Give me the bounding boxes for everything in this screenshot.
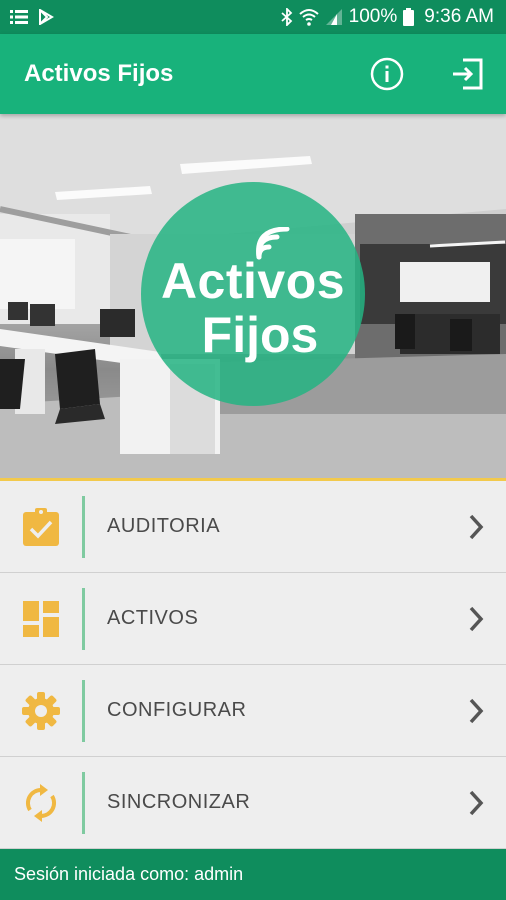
main-menu: AUDITORIA ACTIVOS CONFIGURAR SINCRONIZAR xyxy=(0,481,506,849)
menu-item-auditoria[interactable]: AUDITORIA xyxy=(0,481,506,573)
clock: 9:36 AM xyxy=(424,6,494,27)
menu-item-configurar[interactable]: CONFIGURAR xyxy=(0,665,506,757)
chevron-right-icon xyxy=(446,698,506,724)
status-right-icons: 100% 9:36 AM xyxy=(281,6,494,28)
menu-item-sincronizar[interactable]: SINCRONIZAR xyxy=(0,757,506,849)
battery-icon xyxy=(403,8,415,26)
battery-percentage: 100% xyxy=(348,6,398,27)
app-logo: Activos Fijos xyxy=(141,182,365,406)
menu-label-sincronizar: SINCRONIZAR xyxy=(107,791,251,813)
hero-divider xyxy=(0,478,506,481)
chevron-right-icon xyxy=(446,790,506,816)
chevron-right-icon xyxy=(446,514,506,540)
info-icon xyxy=(370,57,404,91)
gear-icon xyxy=(22,691,60,730)
logout-button[interactable] xyxy=(448,55,486,93)
logo-text-line2: Fijos xyxy=(201,307,319,363)
wifi-icon xyxy=(299,8,319,26)
logo-text-line1: Activos xyxy=(160,253,346,309)
logout-icon xyxy=(453,58,483,90)
clipboard-check-icon xyxy=(23,507,59,546)
menu-label-configurar: CONFIGURAR xyxy=(107,699,247,721)
menu-icon-container xyxy=(0,481,82,573)
session-status-text: Sesión iniciada como: admin xyxy=(14,864,244,884)
app-bar: Activos Fijos xyxy=(0,34,506,114)
status-left-icons xyxy=(10,9,54,25)
dashboard-grid-icon xyxy=(23,600,59,637)
status-bar: 100% 9:36 AM xyxy=(0,0,506,34)
menu-item-activos[interactable]: ACTIVOS xyxy=(0,573,506,665)
menu-icon-container xyxy=(0,573,82,665)
menu-label-auditoria: AUDITORIA xyxy=(107,515,221,537)
signal-icon xyxy=(325,8,343,26)
menu-icon-container xyxy=(0,757,82,849)
session-footer: Sesión iniciada como: admin xyxy=(0,849,506,900)
app-title: Activos Fijos xyxy=(24,60,174,87)
chevron-right-icon xyxy=(446,606,506,632)
app-actions xyxy=(368,55,486,93)
sync-icon xyxy=(25,783,57,822)
info-button[interactable] xyxy=(368,55,406,93)
play-store-icon xyxy=(38,9,54,25)
bluetooth-icon xyxy=(281,8,293,26)
menu-icon-container xyxy=(0,665,82,757)
menu-label-activos: ACTIVOS xyxy=(107,607,199,629)
list-notification-icon xyxy=(10,9,28,25)
